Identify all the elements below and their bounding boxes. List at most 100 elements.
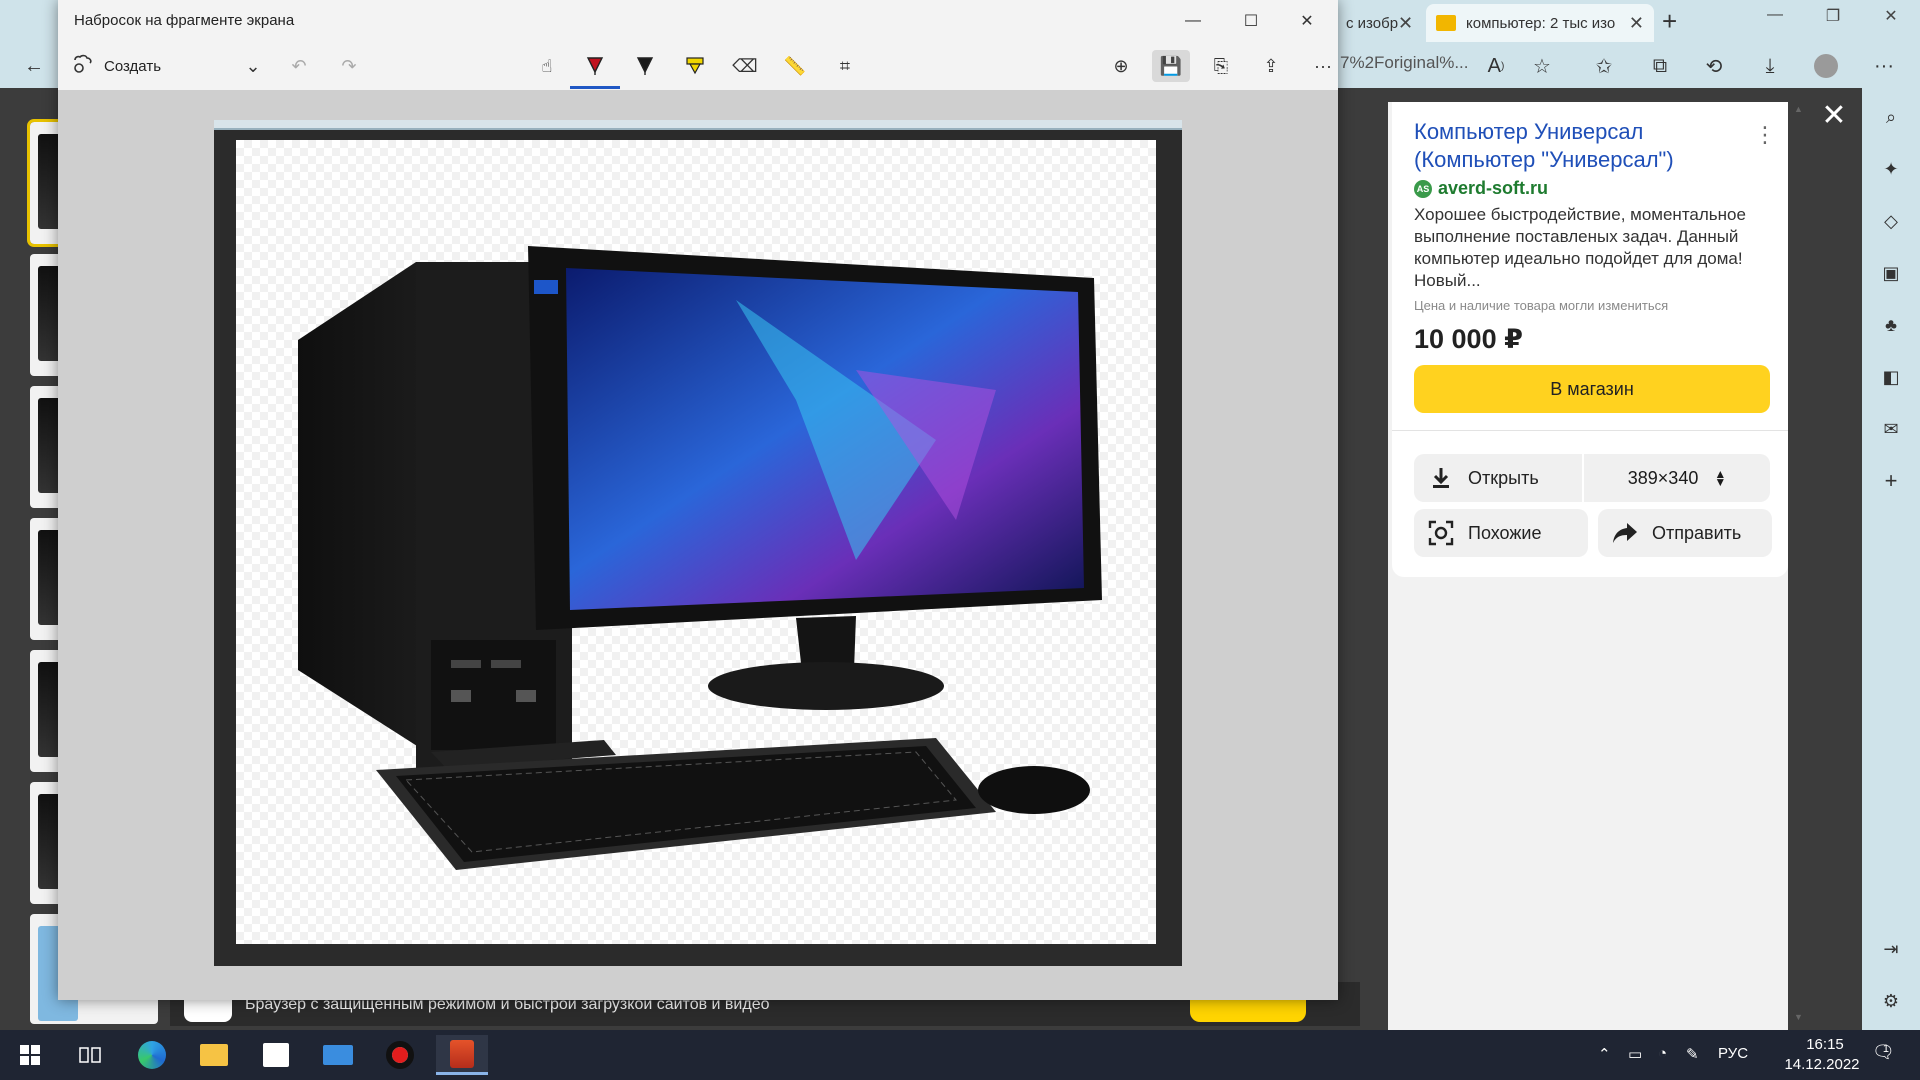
- save-icon[interactable]: 💾: [1152, 50, 1190, 82]
- source-badge-icon: AS: [1414, 179, 1432, 198]
- address-bar-text[interactable]: 7%2Foriginal%...: [1340, 53, 1469, 73]
- add-icon[interactable]: +: [1876, 466, 1906, 496]
- shop-button[interactable]: В магазин: [1414, 365, 1770, 413]
- image-icon: [1436, 15, 1456, 31]
- mail-icon[interactable]: [312, 1035, 364, 1075]
- task-view-icon[interactable]: [64, 1035, 116, 1075]
- touch-writing-icon[interactable]: ☝: [528, 50, 566, 82]
- price-note: Цена и наличие товара могли измениться: [1414, 298, 1669, 313]
- file-explorer-icon[interactable]: [188, 1035, 240, 1075]
- close-window-icon[interactable]: ✕: [1868, 6, 1914, 26]
- read-aloud-icon[interactable]: A): [1478, 50, 1514, 82]
- shopping-tag-icon[interactable]: ◇: [1876, 206, 1906, 236]
- restore-icon[interactable]: ❐: [1810, 6, 1856, 26]
- hide-sidebar-icon[interactable]: ⇥: [1876, 934, 1906, 964]
- size-value: 389×340: [1627, 467, 1699, 488]
- ballpoint-pen-icon[interactable]: [576, 50, 614, 82]
- tab-label: компьютер: 2 тыс изо: [1466, 14, 1616, 32]
- edge-browser-icon[interactable]: [126, 1035, 178, 1075]
- office-icon[interactable]: ◧: [1876, 362, 1906, 392]
- window-title: Набросок на фрагменте экрана: [74, 12, 295, 29]
- lens-scan-icon: [1428, 520, 1454, 546]
- highlighter-icon[interactable]: [676, 50, 714, 82]
- gear-icon[interactable]: ⚙: [1876, 986, 1906, 1016]
- close-icon[interactable]: ✕: [1398, 13, 1413, 34]
- product-title[interactable]: Компьютер Универсал (Компьютер "Универса…: [1414, 118, 1744, 174]
- sort-arrows-icon: ▲ ▼: [1714, 467, 1727, 489]
- back-icon[interactable]: ←: [16, 50, 52, 82]
- pencil-icon[interactable]: [626, 50, 664, 82]
- downloads-icon[interactable]: ⤓: [1752, 50, 1788, 82]
- open-button[interactable]: Открыть: [1414, 454, 1584, 502]
- snip-canvas[interactable]: [58, 90, 1338, 1000]
- scroll-up-icon[interactable]: ▲: [1794, 104, 1803, 114]
- browser-tab-active[interactable]: компьютер: 2 тыс изо ✕: [1426, 4, 1654, 42]
- redo-icon[interactable]: ↷: [330, 50, 368, 82]
- profile-avatar-icon[interactable]: [1808, 50, 1844, 82]
- collections-icon[interactable]: ⧉: [1642, 50, 1678, 82]
- new-tab-icon[interactable]: +: [1662, 6, 1677, 37]
- games-icon[interactable]: ♣: [1876, 310, 1906, 340]
- snip-toolbar: Создать ⌄ ↶ ↷ ☝ ⌫ 📏 ⌗ ⊕ 💾 ⎘ ⇪ ···: [58, 42, 1338, 90]
- add-favorite-icon[interactable]: ☆: [1524, 50, 1560, 82]
- snip-sketch-window: Набросок на фрагменте экрана — ☐ ✕ Созда…: [58, 0, 1338, 1000]
- chevron-down-icon[interactable]: ⌄: [234, 50, 272, 82]
- pen-workspace-icon[interactable]: ✎: [1686, 1045, 1699, 1063]
- clock-time[interactable]: 16:15: [1790, 1036, 1860, 1053]
- desktop-computer-illustration: [298, 246, 1102, 870]
- tray-overflow-icon[interactable]: ⌃: [1598, 1045, 1611, 1063]
- ruler-icon[interactable]: 📏: [776, 50, 814, 82]
- captured-frame-edge: [214, 120, 1182, 130]
- create-button[interactable]: Создать: [72, 50, 161, 82]
- captured-computer-image[interactable]: [236, 140, 1156, 944]
- snip-sketch-taskbar-icon[interactable]: [436, 1035, 488, 1075]
- similar-label: Похожие: [1468, 522, 1542, 543]
- browser-tab[interactable]: с изобр ✕: [1336, 4, 1422, 42]
- eraser-icon[interactable]: ⌫: [726, 50, 764, 82]
- similar-button[interactable]: Похожие: [1414, 509, 1588, 557]
- minimize-icon[interactable]: —: [1752, 6, 1798, 24]
- maximize-icon[interactable]: ☐: [1228, 6, 1274, 36]
- scroll-down-icon[interactable]: ▼: [1794, 1012, 1803, 1022]
- close-window-icon[interactable]: ✕: [1284, 6, 1330, 36]
- share-label: Отправить: [1652, 522, 1742, 543]
- clock-date[interactable]: 14.12.2022: [1774, 1056, 1870, 1073]
- battery-icon[interactable]: ▭: [1628, 1045, 1642, 1063]
- wifi-icon[interactable]: ◔: [1658, 1045, 1667, 1062]
- more-options-icon[interactable]: ⋮: [1754, 122, 1776, 148]
- zoom-icon[interactable]: ⊕: [1102, 50, 1140, 82]
- windows-start-icon[interactable]: [4, 1035, 56, 1075]
- tools-briefcase-icon[interactable]: ▣: [1876, 258, 1906, 288]
- settings-more-icon[interactable]: ···: [1866, 50, 1902, 82]
- product-price: 10 000 ₽: [1414, 324, 1523, 354]
- share-arrow-icon: [1612, 520, 1638, 546]
- crop-icon[interactable]: ⌗: [826, 50, 864, 82]
- close-icon[interactable]: ✕: [1629, 13, 1644, 34]
- search-icon[interactable]: ⌕: [1876, 102, 1906, 132]
- language-indicator[interactable]: РУС: [1718, 1045, 1748, 1062]
- product-description: Хорошее быстродействие, моментальное вып…: [1414, 205, 1746, 290]
- snip-titlebar: Набросок на фрагменте экрана — ☐ ✕: [58, 0, 1338, 42]
- share-button[interactable]: Отправить: [1598, 509, 1772, 557]
- notification-count: 1: [1882, 1043, 1889, 1055]
- active-tool-indicator: [570, 86, 620, 89]
- favorites-icon[interactable]: ✩: [1586, 50, 1622, 82]
- undo-icon[interactable]: ↶: [280, 50, 318, 82]
- discover-icon[interactable]: ✦: [1876, 154, 1906, 184]
- download-icon: [1428, 465, 1454, 491]
- store-icon[interactable]: [250, 1035, 302, 1075]
- share-icon[interactable]: ⇪: [1252, 50, 1290, 82]
- outlook-icon[interactable]: ✉: [1876, 414, 1906, 444]
- size-select[interactable]: 389×340 ▲ ▼: [1582, 454, 1770, 502]
- source-link[interactable]: AS averd-soft.ru: [1414, 178, 1548, 199]
- image-info-panel: Компьютер Универсал (Компьютер "Универса…: [1388, 102, 1788, 1030]
- history-icon[interactable]: ⟲: [1696, 50, 1732, 82]
- close-panel-icon[interactable]: ✕: [1816, 98, 1852, 133]
- source-domain: averd-soft.ru: [1438, 178, 1549, 198]
- recorder-icon[interactable]: [374, 1035, 426, 1075]
- copy-icon[interactable]: ⎘: [1202, 50, 1240, 82]
- minimize-icon[interactable]: —: [1170, 6, 1216, 36]
- notification-center-icon[interactable]: 🗨1: [1872, 1042, 1901, 1063]
- product-card: Компьютер Универсал (Компьютер "Универса…: [1392, 102, 1788, 577]
- more-icon[interactable]: ···: [1304, 50, 1342, 82]
